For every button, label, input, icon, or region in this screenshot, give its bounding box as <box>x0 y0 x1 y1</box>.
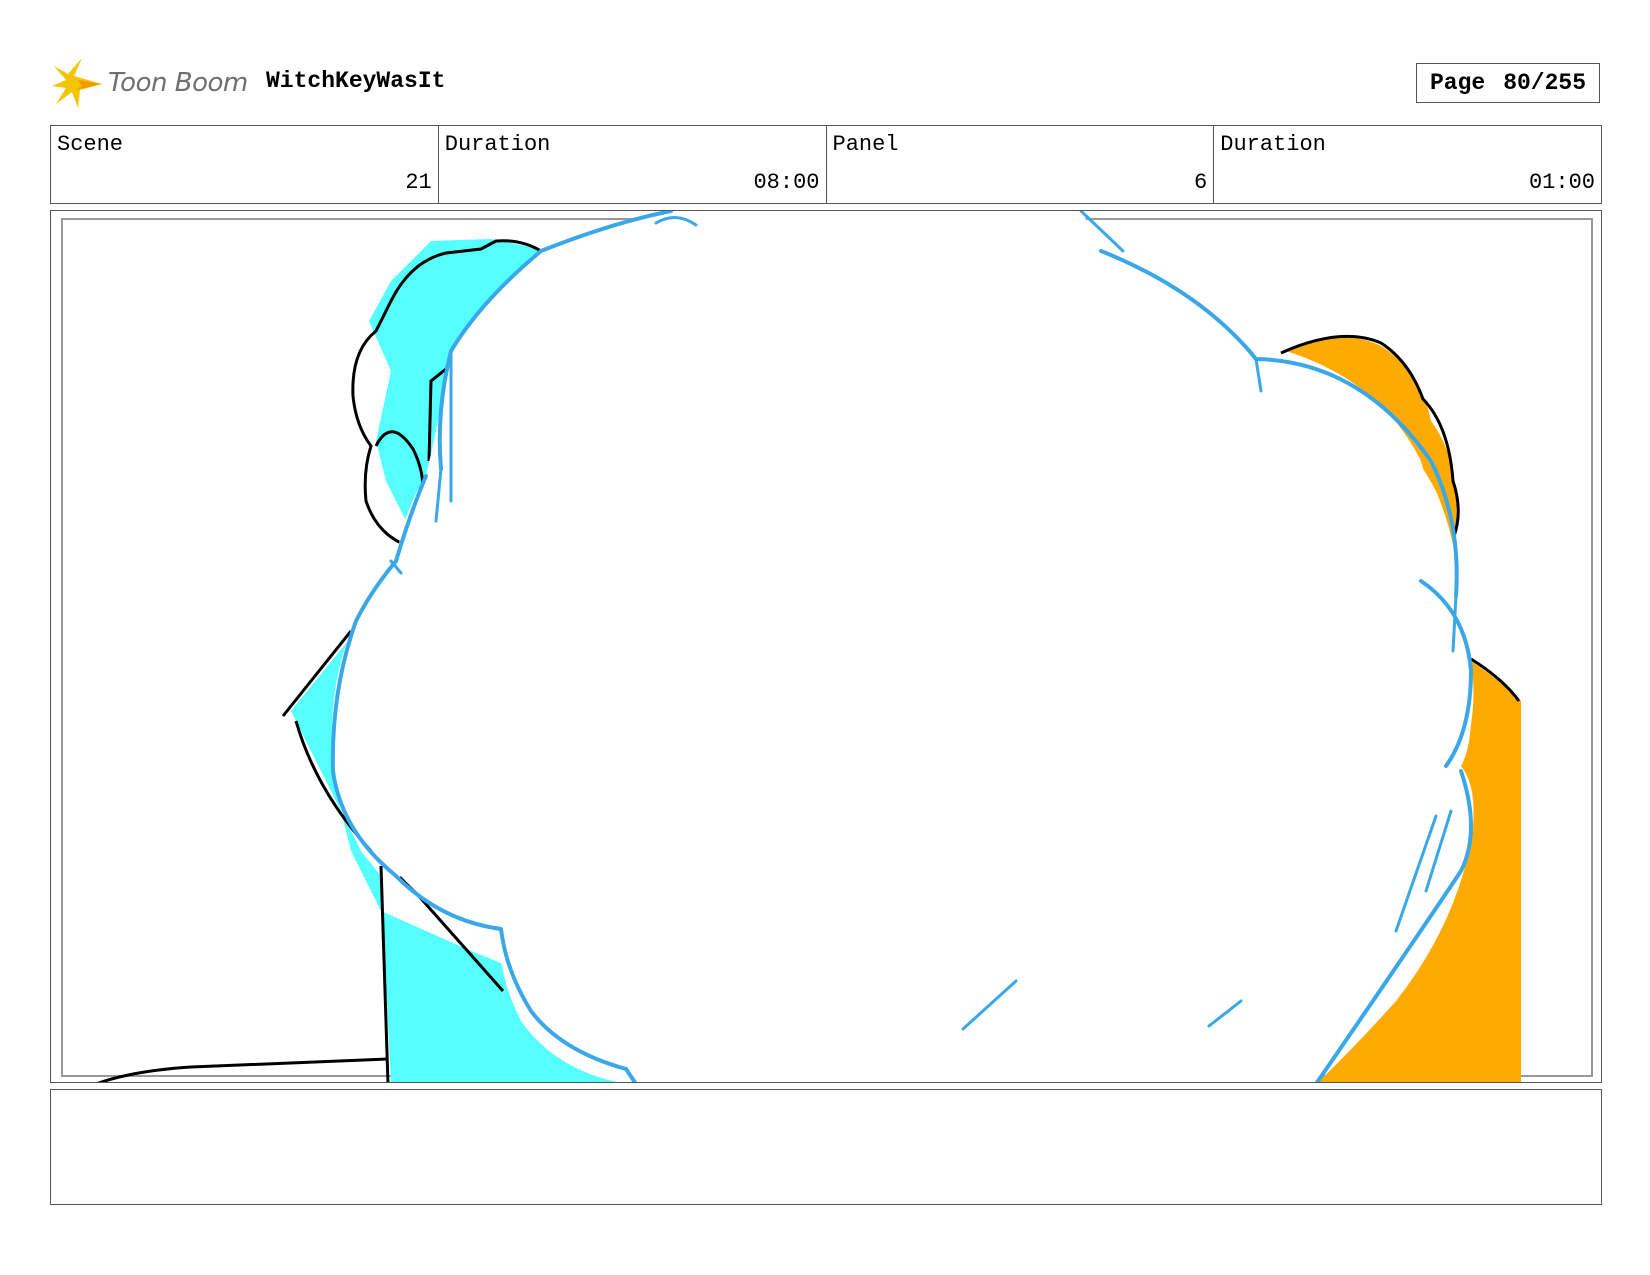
logo-text: Toon Boom <box>108 68 248 98</box>
scene-cell: Scene 21 <box>51 126 439 203</box>
panel-value: 6 <box>1194 170 1208 195</box>
scene-label: Scene <box>57 132 124 157</box>
scene-duration-cell: Duration 08:00 <box>439 126 827 203</box>
scene-duration-value: 08:00 <box>753 170 820 195</box>
page-label: Page <box>1429 70 1486 96</box>
panel-cell: Panel 6 <box>827 126 1215 203</box>
panel-duration-value: 01:00 <box>1528 170 1595 195</box>
scene-duration-label: Duration <box>444 132 551 157</box>
panel-drawing <box>61 211 1593 1082</box>
panel-duration-label: Duration <box>1220 132 1326 157</box>
info-bar: Scene 21 Duration 08:00 Panel 6 Duration… <box>50 125 1602 204</box>
table-edge <box>97 1057 389 1082</box>
smoke-cloud <box>331 211 1474 1082</box>
scene-value: 21 <box>405 170 432 195</box>
toon-boom-logo: Toon Boom <box>52 56 248 110</box>
page-value: 80/255 <box>1503 70 1587 96</box>
notes-box <box>50 1089 1602 1205</box>
page-indicator: Page 80/255 <box>1416 63 1600 103</box>
panel-label: Panel <box>832 132 899 157</box>
storyboard-panel <box>50 210 1602 1083</box>
panel-duration-cell: Duration 01:00 <box>1214 126 1601 203</box>
project-title: WitchKeyWasIt <box>266 68 446 94</box>
starburst-logo-icon <box>52 58 102 108</box>
